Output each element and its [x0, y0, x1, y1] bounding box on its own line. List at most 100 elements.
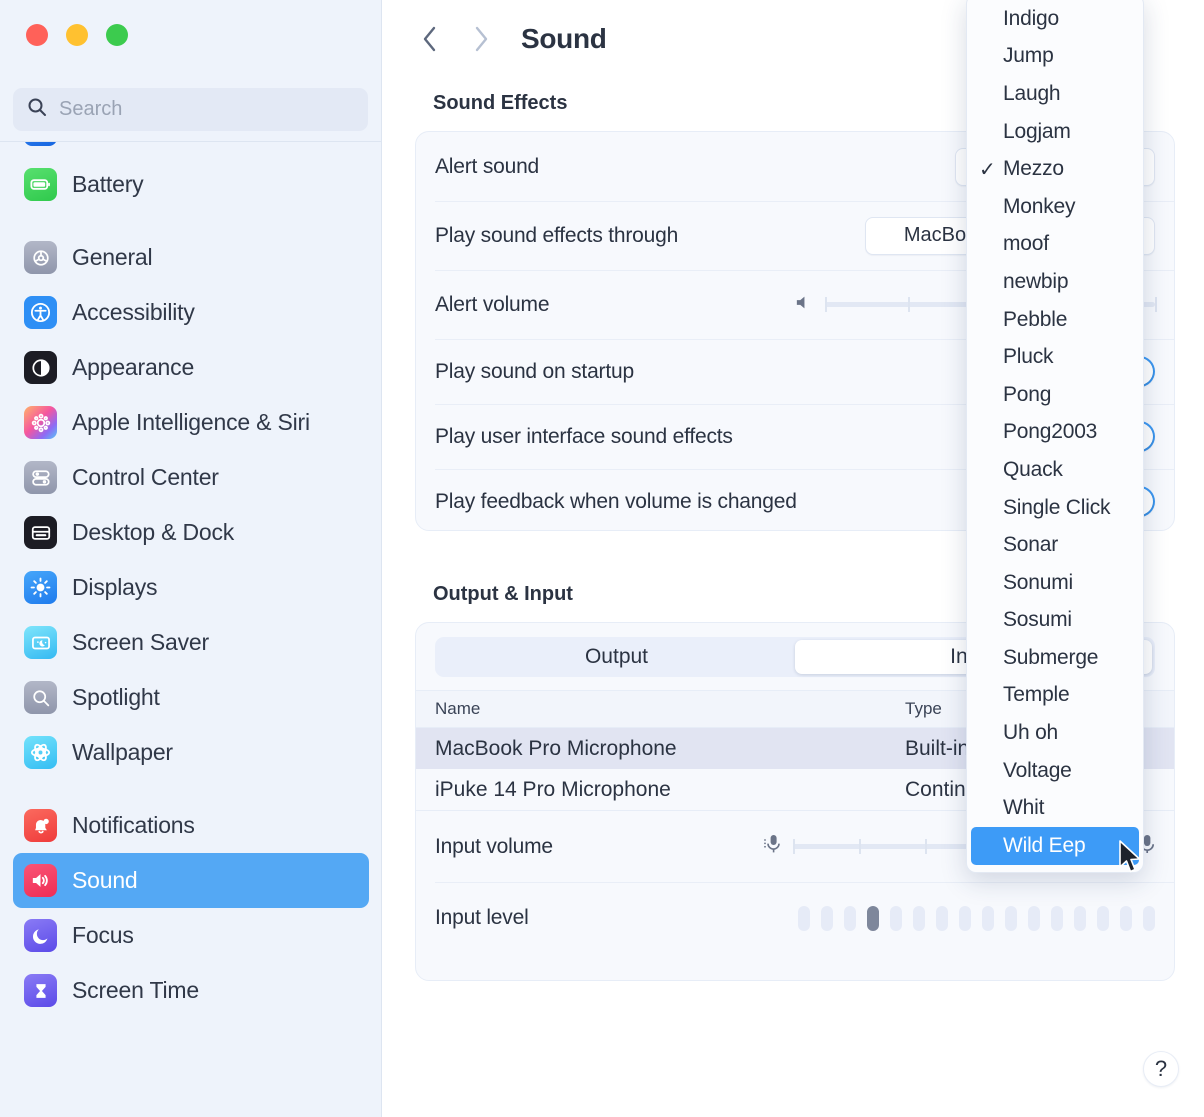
menu-item-check: ✓ — [979, 157, 1003, 182]
menu-item-label: newbip — [1003, 270, 1068, 294]
row-label: Alert volume — [435, 293, 549, 317]
menu-item-uh-oh[interactable]: Uh oh — [971, 714, 1139, 752]
help-button[interactable]: ? — [1143, 1051, 1179, 1087]
menu-item-label: Pebble — [1003, 308, 1067, 332]
menu-item-monkey[interactable]: Monkey — [971, 188, 1139, 226]
menu-item-label: Uh oh — [1003, 721, 1058, 745]
menu-item-label: Jump — [1003, 44, 1054, 68]
menu-item-logjam[interactable]: Logjam — [971, 113, 1139, 151]
sidebar-scroll-area[interactable]: VPN Battery General AccessibilityAppearance… — [0, 142, 382, 1117]
sidebar-item-notifications[interactable]: Notifications — [13, 798, 369, 853]
close-button[interactable] — [26, 24, 48, 46]
page-title: Sound — [521, 23, 607, 55]
sidebar-item-label: Notifications — [72, 812, 195, 839]
row-label: Play sound effects through — [435, 224, 678, 248]
sidebar-item-label: Wallpaper — [72, 739, 173, 766]
menu-item-indigo[interactable]: Indigo — [971, 0, 1139, 38]
sidebar-item-label: Screen Saver — [72, 629, 209, 656]
sidebar-item-accessibility[interactable]: Accessibility — [13, 285, 369, 340]
spotlight-icon — [24, 681, 57, 714]
level-segment — [936, 906, 948, 931]
menu-item-laugh[interactable]: Laugh — [971, 75, 1139, 113]
sidebar-item-vpn[interactable]: VPN — [13, 142, 369, 157]
sidebar-item-battery[interactable]: Battery — [13, 157, 369, 212]
search-input[interactable] — [59, 98, 339, 121]
menu-item-temple[interactable]: Temple — [971, 677, 1139, 715]
menu-item-single-click[interactable]: Single Click — [971, 489, 1139, 527]
search-field[interactable] — [13, 88, 368, 131]
menu-item-voltage[interactable]: Voltage — [971, 752, 1139, 790]
menu-item-label: Submerge — [1003, 646, 1098, 670]
level-segment — [1005, 906, 1017, 931]
menu-item-label: Sonar — [1003, 533, 1058, 557]
tab-output[interactable]: Output — [438, 640, 795, 674]
menu-item-newbip[interactable]: newbip — [971, 263, 1139, 301]
level-segment — [1143, 906, 1155, 931]
screen-time-icon — [24, 974, 57, 1007]
sidebar-item-control-center[interactable]: Control Center — [13, 450, 369, 505]
sidebar-group: General AccessibilityAppearance Apple Inte… — [13, 230, 369, 798]
menu-item-submerge[interactable]: Submerge — [971, 639, 1139, 677]
menu-item-mezzo[interactable]: ✓Mezzo — [971, 150, 1139, 188]
gear-icon — [24, 241, 57, 274]
minimize-button[interactable] — [66, 24, 88, 46]
menu-item-pluck[interactable]: Pluck — [971, 338, 1139, 376]
slider-tick — [908, 297, 910, 312]
menu-item-sosumi[interactable]: Sosumi — [971, 602, 1139, 640]
sidebar-item-label: Battery — [72, 171, 143, 198]
zoom-button[interactable] — [106, 24, 128, 46]
menu-item-sonumi[interactable]: Sonumi — [971, 564, 1139, 602]
cell-name: MacBook Pro Microphone — [435, 737, 905, 761]
menu-item-pong2003[interactable]: Pong2003 — [971, 414, 1139, 452]
speaker-icon — [794, 293, 813, 317]
window-traffic-lights — [26, 24, 128, 46]
level-segment — [890, 906, 902, 931]
sidebar-item-screen-time[interactable]: Screen Time — [13, 963, 369, 1018]
search-icon — [27, 97, 47, 122]
sidebar-item-apple-intelligence-siri[interactable]: Apple Intelligence & Siri — [13, 395, 369, 450]
menu-item-whit[interactable]: Whit — [971, 789, 1139, 827]
sidebar-item-wallpaper[interactable]: Wallpaper — [13, 725, 369, 780]
sidebar-item-general[interactable]: General — [13, 230, 369, 285]
forward-button[interactable] — [455, 17, 507, 62]
sidebar-item-spotlight[interactable]: Spotlight — [13, 670, 369, 725]
level-segment — [821, 906, 833, 931]
slider-tick — [825, 297, 827, 312]
menu-item-label: Pong2003 — [1003, 420, 1097, 444]
row-label: Input volume — [435, 835, 553, 859]
level-segment — [1120, 906, 1132, 931]
level-segment — [1074, 906, 1086, 931]
menu-item-jump[interactable]: Jump — [971, 38, 1139, 76]
mic-low-icon — [761, 832, 783, 861]
mouse-cursor — [1118, 840, 1144, 881]
sidebar-item-label: General — [72, 244, 152, 271]
battery-icon — [24, 168, 57, 201]
sidebar-item-label: Sound — [72, 867, 138, 894]
sidebar-group: Notifications Sound FocusScreen Time — [13, 798, 369, 1036]
menu-item-pong[interactable]: Pong — [971, 376, 1139, 414]
menu-item-pebble[interactable]: Pebble — [971, 301, 1139, 339]
sidebar-item-sound[interactable]: Sound — [13, 853, 369, 908]
back-button[interactable] — [403, 17, 455, 62]
menu-item-label: Temple — [1003, 683, 1070, 707]
menu-item-sonar[interactable]: Sonar — [971, 526, 1139, 564]
sidebar: VPN Battery General AccessibilityAppearance… — [0, 0, 382, 1117]
sidebar-item-label: Apple Intelligence & Siri — [72, 409, 310, 436]
slider-tick — [1155, 297, 1157, 312]
slider-tick — [925, 839, 927, 854]
menu-item-label: Wild Eep — [1003, 834, 1085, 858]
sound-effects-heading: Sound Effects — [433, 92, 567, 115]
menu-item-label: Logjam — [1003, 120, 1071, 144]
sidebar-item-screen-saver[interactable]: Screen Saver — [13, 615, 369, 670]
menu-item-quack[interactable]: Quack — [971, 451, 1139, 489]
sidebar-item-displays[interactable]: Displays — [13, 560, 369, 615]
sidebar-item-desktop-dock[interactable]: Desktop & Dock — [13, 505, 369, 560]
sidebar-item-appearance[interactable]: Appearance — [13, 340, 369, 395]
alert-sound-menu[interactable]: Indigo Jump Laugh Logjam ✓MezzoMonkeymoof new… — [966, 0, 1144, 873]
sidebar-item-focus[interactable]: Focus — [13, 908, 369, 963]
sidebar-item-label: Control Center — [72, 464, 219, 491]
menu-item-wild-eep[interactable]: Wild Eep — [971, 827, 1139, 865]
level-segment — [844, 906, 856, 931]
row-control — [798, 906, 1155, 931]
menu-item-moof[interactable]: moof — [971, 226, 1139, 264]
